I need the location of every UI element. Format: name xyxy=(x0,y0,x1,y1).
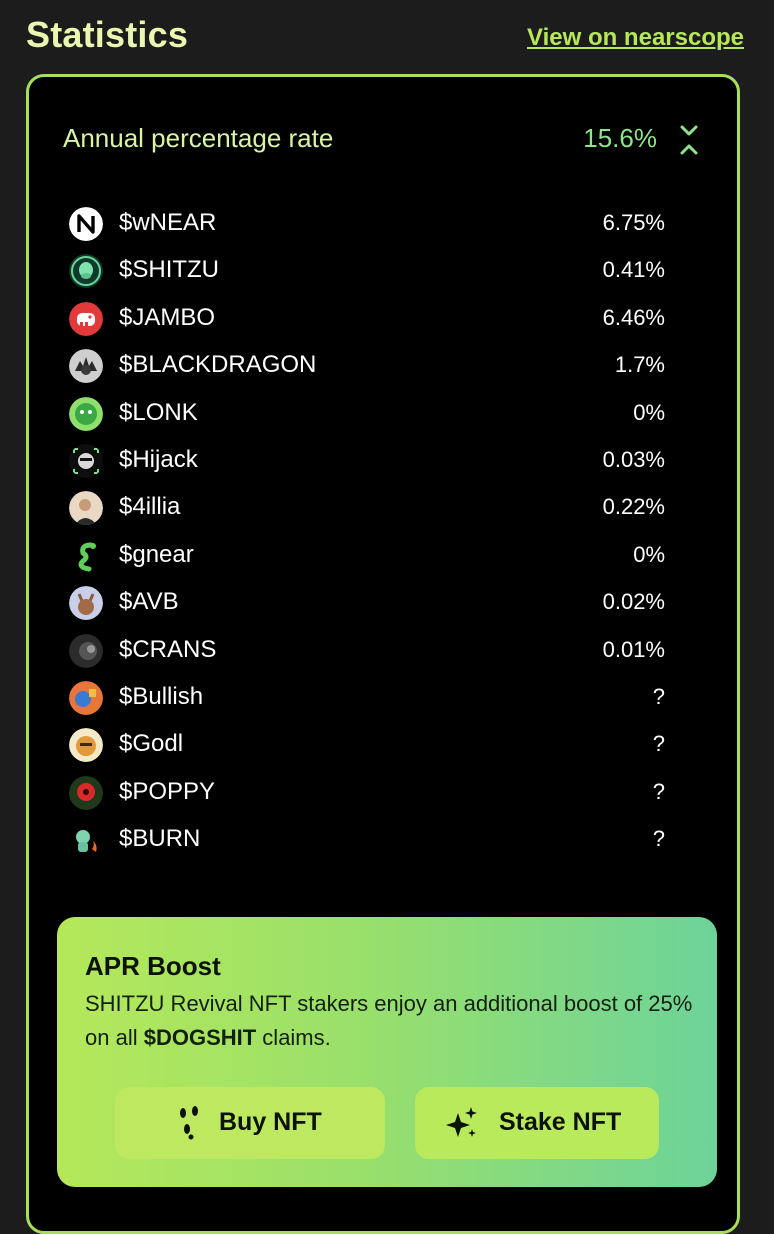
token-name: $SHITZU xyxy=(119,256,220,284)
token-apr: 6.75% xyxy=(602,210,665,235)
collapse-toggle-icon[interactable] xyxy=(675,123,703,157)
boost-description: SHITZU Revival NFT stakers enjoy an addi… xyxy=(85,987,695,1055)
4illia-icon xyxy=(69,491,103,526)
token-row-lonk: $LONK 0% xyxy=(69,393,665,440)
token-row-burn: $BURN ? xyxy=(69,819,665,866)
header: Statistics View on nearscope xyxy=(0,0,774,72)
gnear-icon xyxy=(78,542,96,572)
token-row-hijack: $Hijack 0.03% xyxy=(69,440,665,487)
token-row-bullish: $Bullish ? xyxy=(69,677,665,724)
lonk-icon xyxy=(69,396,103,431)
token-row-4illia: $4illia 0.22% xyxy=(69,487,665,534)
buy-nft-button[interactable]: Buy NFT xyxy=(115,1087,385,1159)
token-row-shitzu: $SHITZU 0.41% xyxy=(69,250,665,297)
poppy-icon xyxy=(69,775,103,810)
view-on-nearscope-link[interactable]: View on nearscope xyxy=(527,24,744,52)
burn-icon xyxy=(76,830,97,853)
token-row-crans: $CRANS 0.01% xyxy=(69,630,665,677)
token-apr: 0.02% xyxy=(602,589,665,615)
token-row-avb: $AVB 0.02% xyxy=(69,582,665,629)
boost-title: APR Boost xyxy=(85,951,221,981)
token-apr: ? xyxy=(652,826,665,852)
token-row-jambo: $JAMBO 6.46% xyxy=(69,298,665,345)
token-apr: 6.46% xyxy=(602,304,665,330)
token-name: $Godl xyxy=(119,730,184,758)
token-name: $BURN xyxy=(119,825,201,853)
godl-icon xyxy=(69,728,103,763)
token-name: $LONK xyxy=(119,398,198,426)
token-apr: 0% xyxy=(633,399,665,425)
stake-nft-label: Stake NFT xyxy=(499,1108,622,1136)
token-apr: ? xyxy=(652,683,665,709)
apr-boost-panel: APR Boost SHITZU Revival NFT stakers enj… xyxy=(57,917,717,1187)
boost-text-after: claims. xyxy=(256,1025,331,1050)
footprints-icon xyxy=(180,1106,198,1140)
buy-nft-label: Buy NFT xyxy=(219,1108,322,1136)
apr-value: 15.6% xyxy=(583,123,657,153)
apr-row: Annual percentage rate 15.6% xyxy=(63,123,703,157)
statistics-card: Annual percentage rate 15.6% $wNEAR 6.75… xyxy=(26,74,740,1234)
token-name: $CRANS xyxy=(119,635,217,663)
token-apr: 1.7% xyxy=(614,352,665,378)
token-name: $Hijack xyxy=(119,445,198,473)
token-name: $Bullish xyxy=(119,682,204,710)
token-row-gnear: $gnear 0% xyxy=(69,535,665,582)
hijack-icon xyxy=(69,443,103,478)
token-row-wnear: $wNEAR 6.75% xyxy=(69,203,665,250)
token-name: $BLACKDRAGON xyxy=(119,351,317,379)
token-apr: 0.03% xyxy=(602,446,665,472)
shitzu-icon xyxy=(69,254,103,289)
token-row-blackdragon: $BLACKDRAGON 1.7% xyxy=(69,345,665,392)
token-name: $JAMBO xyxy=(119,303,216,331)
token-apr: 0.22% xyxy=(602,494,665,520)
sparkles-icon xyxy=(446,1107,477,1137)
token-name: $POPPY xyxy=(119,777,216,805)
near-logo-icon xyxy=(69,207,103,241)
token-apr: 0.41% xyxy=(602,257,665,283)
blackdragon-icon xyxy=(69,349,103,384)
crans-icon xyxy=(69,633,103,668)
token-apr: 0.01% xyxy=(602,636,665,662)
avb-icon xyxy=(69,586,103,621)
apr-label: Annual percentage rate xyxy=(63,123,334,153)
stake-nft-button[interactable]: Stake NFT xyxy=(415,1087,659,1159)
token-row-godl: $Godl ? xyxy=(69,724,665,771)
token-apr: ? xyxy=(652,731,665,757)
token-apr: 0% xyxy=(633,541,665,567)
token-name: $AVB xyxy=(119,588,179,616)
token-name: $wNEAR xyxy=(119,209,217,236)
token-name: $4illia xyxy=(119,493,181,521)
token-apr: ? xyxy=(652,778,665,804)
page-title: Statistics xyxy=(26,14,189,55)
token-name: $gnear xyxy=(119,540,194,568)
boost-text-bold: $DOGSHIT xyxy=(143,1025,257,1050)
jambo-icon xyxy=(69,301,103,336)
token-list: $wNEAR 6.75% $SHITZU 0.41% $JAMBO 6.46% xyxy=(69,203,665,866)
bullish-icon xyxy=(69,680,103,715)
token-row-poppy: $POPPY ? xyxy=(69,772,665,819)
